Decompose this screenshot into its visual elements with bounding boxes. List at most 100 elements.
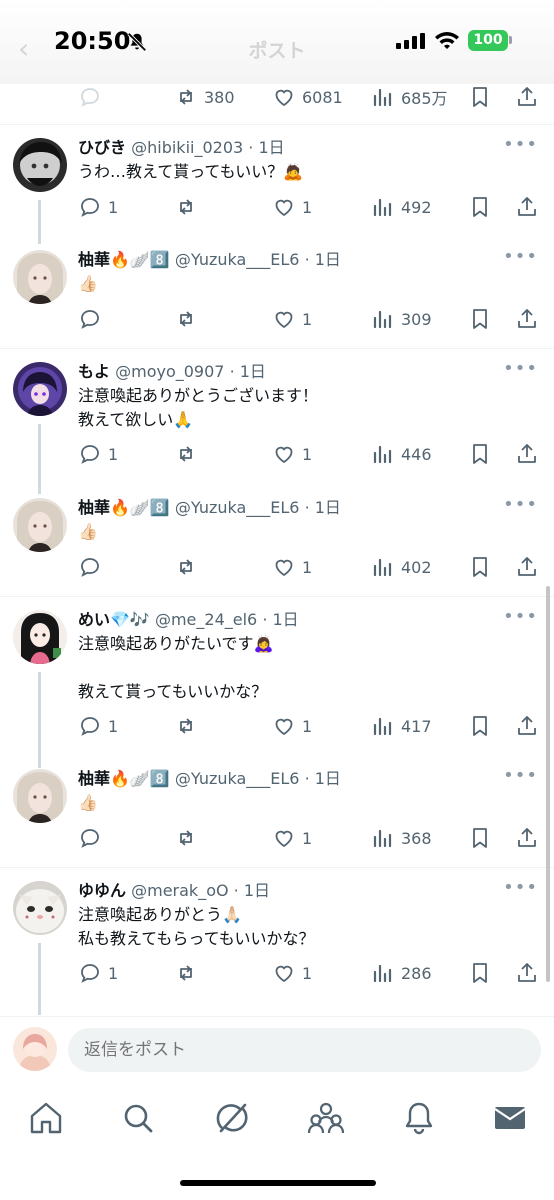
retweet-button[interactable] [174,711,204,741]
retweet-button[interactable] [174,439,204,469]
share-button[interactable] [515,552,539,582]
display-name[interactable]: 柚華🔥🪽8️⃣ [78,769,170,788]
thread-connector [38,200,41,244]
like-button[interactable]: 1 [272,958,312,988]
bookmark-button[interactable] [468,192,492,222]
handle[interactable]: @Yuzuka___EL6 [175,250,300,269]
avatar[interactable] [13,769,67,823]
reply-input[interactable] [68,1028,541,1072]
share-button[interactable] [515,958,539,988]
handle[interactable]: @me_24_el6 [155,610,257,629]
reply-button[interactable]: 1 [78,192,118,222]
display-name[interactable]: 柚華🔥🪽8️⃣ [78,498,170,517]
retweet-icon [180,965,192,981]
views-button[interactable]: 368 [371,823,432,853]
grok-icon[interactable] [212,1098,252,1138]
views-button[interactable]: 417 [371,711,432,741]
display-name[interactable]: もよ [78,362,110,381]
share-button[interactable] [515,82,539,112]
views-button[interactable]: 402 [371,552,432,582]
retweet-button[interactable] [174,192,204,222]
more-options-button[interactable]: ••• [503,134,538,155]
my-avatar[interactable] [13,1027,57,1071]
like-button[interactable]: 1 [272,823,312,853]
retweet-button[interactable] [174,552,204,582]
avatar[interactable] [13,362,67,416]
like-button[interactable]: 1 [272,552,312,582]
bookmark-button[interactable] [468,552,492,582]
more-options-button[interactable]: ••• [503,358,538,379]
handle[interactable]: @Yuzuka___EL6 [175,498,300,517]
retweet-icon [180,311,192,327]
retweet-button[interactable]: 380 [174,82,235,112]
post-actions: 1 402 [0,552,554,582]
bookmark-button[interactable] [468,823,492,853]
reply-button[interactable] [78,82,102,112]
display-name[interactable]: 柚華🔥🪽8️⃣ [78,250,170,269]
like-button[interactable]: 1 [272,439,312,469]
share-button[interactable] [515,304,539,334]
display-name[interactable]: めい💎🎶 [78,610,150,629]
share-button[interactable] [515,711,539,741]
separator [0,124,554,125]
post-time: · 1日 [229,362,266,381]
views-button[interactable]: 446 [371,439,432,469]
handle[interactable]: @moyo_0907 [115,362,224,381]
avatar[interactable] [13,138,67,192]
search-icon[interactable] [118,1098,158,1138]
post-actions: 1 1 492 [0,192,554,222]
views-button[interactable]: 492 [371,192,432,222]
avatar[interactable] [13,498,67,552]
retweet-button[interactable] [174,958,204,988]
like-button[interactable]: 6081 [272,82,343,112]
reply-button[interactable]: 1 [78,711,118,741]
messages-icon[interactable] [490,1098,530,1138]
more-options-button[interactable]: ••• [503,877,538,898]
share-button[interactable] [515,192,539,222]
like-button[interactable]: 1 [272,304,312,334]
thread-connector [38,995,41,1015]
views-button[interactable]: 685万 [371,82,448,112]
notifications-icon[interactable] [399,1098,439,1138]
display-name[interactable]: ゆゆん [78,881,126,900]
avatar[interactable] [13,881,67,935]
handle[interactable]: @Yuzuka___EL6 [175,769,300,788]
reply-button[interactable] [78,823,108,853]
handle[interactable]: @hibikii_0203 [131,138,243,157]
more-options-button[interactable]: ••• [503,494,538,515]
display-name[interactable]: ひびき [78,138,126,157]
communities-icon[interactable] [306,1098,346,1138]
views-button[interactable]: 309 [371,304,432,334]
views-chart-icon [373,198,392,217]
reply-button[interactable]: 1 [78,958,118,988]
bookmark-icon [473,444,487,464]
avatar[interactable] [13,250,67,304]
bookmark-button[interactable] [468,304,492,334]
handle[interactable]: @merak_oO [131,881,228,900]
retweet-button[interactable] [174,823,204,853]
more-options-button[interactable]: ••• [503,246,538,267]
bookmark-button[interactable] [468,711,492,741]
views-button[interactable]: 286 [371,958,432,988]
bookmark-button[interactable] [468,439,492,469]
like-button[interactable]: 1 [272,192,312,222]
more-options-button[interactable]: ••• [503,765,538,786]
more-options-button[interactable]: ••• [503,606,538,627]
bookmark-button[interactable] [468,82,492,112]
like-button[interactable]: 1 [272,711,312,741]
reply-button[interactable] [78,304,108,334]
reply-button[interactable]: 1 [78,439,118,469]
retweet-button[interactable] [174,304,204,334]
scrollbar[interactable] [546,586,550,982]
home-icon[interactable] [26,1098,66,1138]
bookmark-button[interactable] [468,958,492,988]
share-button[interactable] [515,439,539,469]
share-icon [518,87,536,106]
view-count: 286 [401,963,432,983]
reply-icon [81,829,99,848]
avatar[interactable] [13,610,67,664]
share-button[interactable] [515,823,539,853]
post-text: 注意喚起ありがとう🙏🏻 私も教えてもらってもいいかな？ [78,905,315,948]
reply-button[interactable] [78,552,108,582]
post-time: · 1日 [304,769,341,788]
